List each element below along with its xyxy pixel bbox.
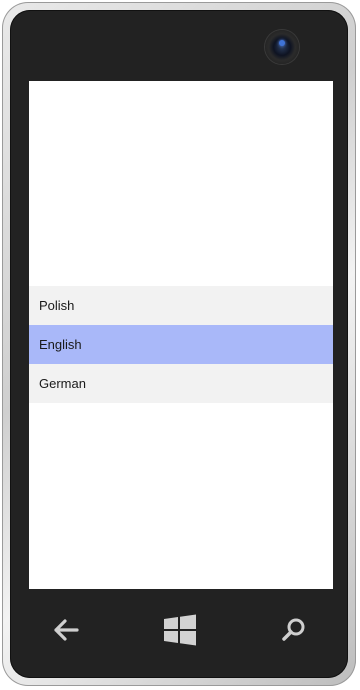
start-button[interactable] [160,610,200,650]
search-button[interactable] [274,610,314,650]
hardware-nav-bar [29,600,333,660]
search-icon [282,618,305,641]
language-item-english[interactable]: English [29,325,333,364]
language-label: English [39,337,82,352]
language-item-polish[interactable]: Polish [29,286,333,325]
app-screen: Polish English German [29,81,333,589]
language-list: Polish English German [29,286,333,403]
front-camera [265,30,299,64]
back-arrow-icon [54,619,79,641]
windows-logo-icon [164,614,196,646]
language-item-german[interactable]: German [29,364,333,403]
language-label: German [39,376,86,391]
back-button[interactable] [46,610,86,650]
language-label: Polish [39,298,75,313]
